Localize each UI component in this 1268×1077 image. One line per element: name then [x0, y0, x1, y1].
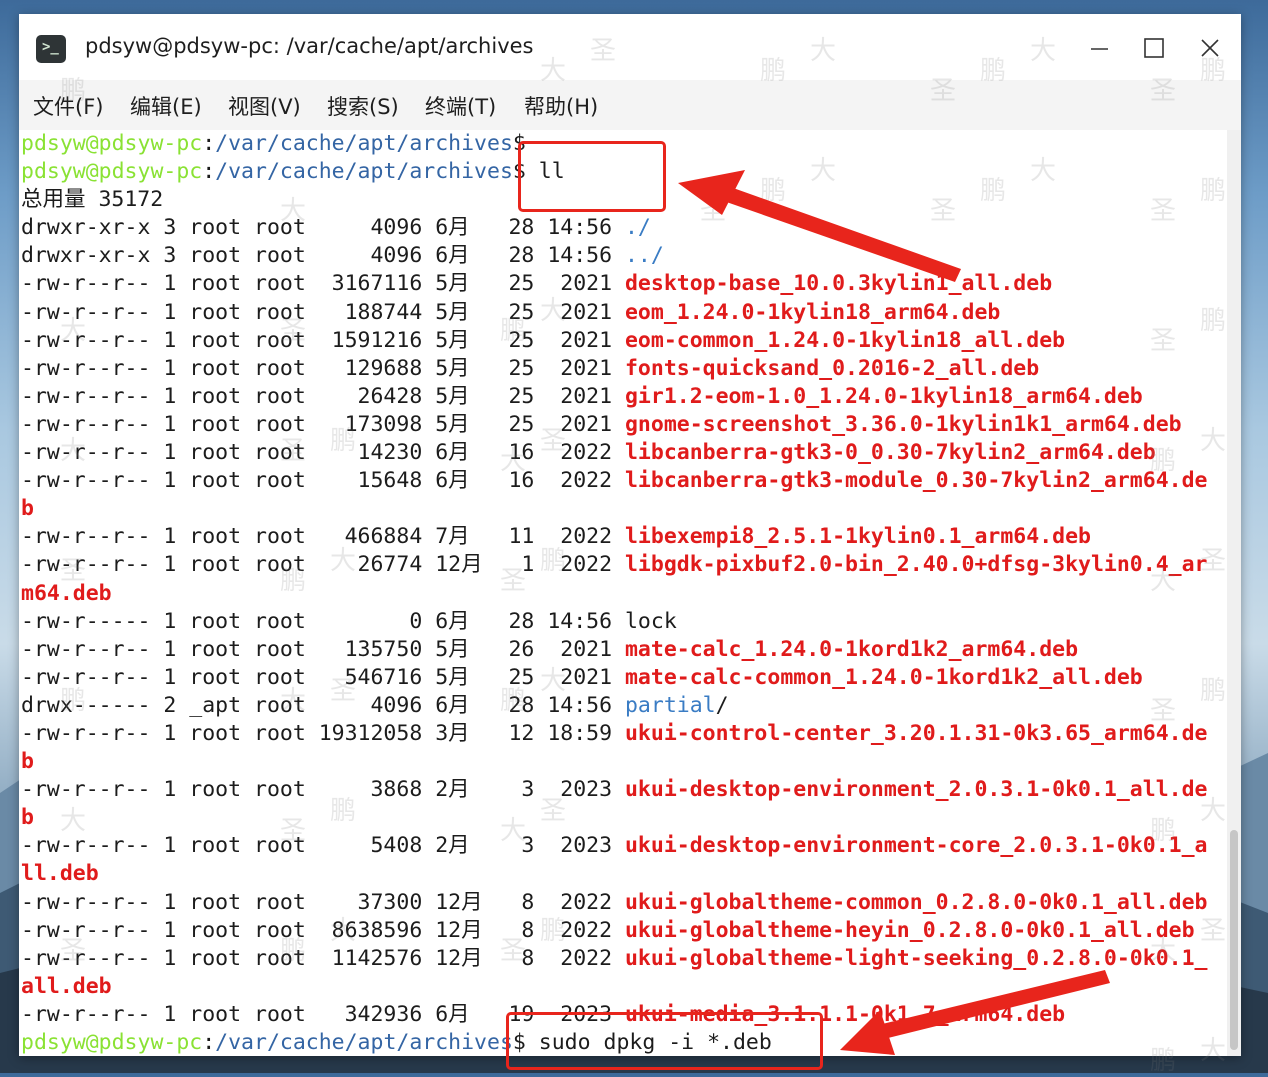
file-name: eom-common_1.24.0-1kylin18_all.deb	[624, 327, 1066, 353]
file-meta: -rw-r--r-- 1 root root 1142576 12月 8 202…	[21, 945, 625, 971]
menu-file[interactable]: 文件(F)	[33, 91, 103, 121]
menu-view[interactable]: 视图(V)	[228, 91, 301, 121]
scrollbar-thumb[interactable]	[1230, 830, 1238, 1050]
close-button[interactable]	[1190, 30, 1230, 66]
minimize-button[interactable]	[1080, 30, 1120, 66]
file-meta: -rw-r--r-- 1 root root 466884 7月 11 2022	[21, 524, 625, 550]
file-meta: drwxr-xr-x 3 root root 4096 6月 28 14:56	[21, 243, 625, 269]
file-name: ukui-control-center_3.20.1.31-0k3.65_arm…	[624, 720, 1208, 746]
terminal-output[interactable]: pdsyw@pdsyw-pc:/var/cache/apt/archives$ …	[19, 130, 1241, 1056]
file-meta: -rw-r--r-- 1 root root 26428 5月 25 2021	[21, 383, 625, 409]
file-name: mate-calc_1.24.0-1kord1k2_arm64.deb	[624, 636, 1079, 662]
file-name: desktop-base_10.0.3kylin1_all.deb	[624, 271, 1053, 297]
file-name-wrap: b	[21, 749, 34, 775]
prompt-separator: :	[202, 1030, 216, 1055]
file-name: libcanberra-gtk3-module_0.30-7kylin2_arm…	[624, 468, 1208, 494]
terminal-text: pdsyw@pdsyw-pc:/var/cache/apt/archives$ …	[21, 130, 1207, 1056]
window-title: pdsyw@pdsyw-pc: /var/cache/apt/archives	[85, 34, 534, 58]
maximize-button[interactable]	[1134, 30, 1174, 66]
prompt-path: /var/cache/apt/archives	[215, 131, 513, 156]
file-name: eom_1.24.0-1kylin18_arm64.deb	[624, 299, 1001, 325]
file-meta: drwxr-xr-x 3 root root 4096 6月 28 14:56	[21, 215, 625, 241]
file-name: libcanberra-gtk3-0_0.30-7kylin2_arm64.de…	[624, 440, 1156, 466]
terminal-icon: >_	[36, 35, 66, 63]
highlight-box-ll	[518, 141, 666, 212]
file-name: ukui-desktop-environment-core_2.0.3.1-0k…	[624, 833, 1208, 859]
file-meta: -rw-r--r-- 1 root root 3167116 5月 25 202…	[21, 271, 625, 297]
terminal-scrollbar[interactable]	[1227, 130, 1241, 1056]
file-meta: -rw-r--r-- 1 root root 26774 12月 1 2022	[21, 552, 625, 578]
menu-search[interactable]: 搜索(S)	[327, 91, 399, 121]
file-meta: -rw-r--r-- 1 root root 5408 2月 3 2023	[21, 833, 625, 859]
file-meta: -rw-r--r-- 1 root root 546716 5月 25 2021	[21, 664, 625, 690]
file-name: libexempi8_2.5.1-1kylin0.1_arm64.deb	[624, 524, 1091, 550]
file-meta: -rw-r--r-- 1 root root 19312058 3月 12 18…	[21, 720, 625, 746]
menu-edit[interactable]: 编辑(E)	[130, 91, 202, 121]
file-name-wrap: b	[21, 805, 34, 831]
file-name-wrap: m64.deb	[21, 580, 112, 606]
file-meta: drwx------ 2 _apt root 4096 6月 28 14:56	[21, 692, 625, 718]
file-name: ./	[624, 215, 651, 241]
prompt-path: /var/cache/apt/archives	[215, 159, 513, 185]
file-name: ukui-globaltheme-common_0.2.8.0-0k0.1_al…	[624, 889, 1208, 915]
file-name-wrap: ll.deb	[21, 861, 99, 887]
file-name: lock	[624, 608, 677, 634]
file-name: ../	[624, 243, 664, 269]
title-bar[interactable]: >_ pdsyw@pdsyw-pc: /var/cache/apt/archiv…	[19, 14, 1241, 80]
prompt-user: pdsyw@pdsyw-pc	[21, 159, 203, 185]
total-line: 总用量 35172	[21, 187, 164, 213]
prompt-user: pdsyw@pdsyw-pc	[21, 1030, 203, 1055]
close-icon	[1201, 39, 1219, 57]
file-meta: -rw-r--r-- 1 root root 188744 5月 25 2021	[21, 299, 625, 325]
file-name: gir1.2-eom-1.0_1.24.0-1kylin18_arm64.deb	[624, 383, 1143, 409]
file-name: fonts-quicksand_0.2016-2_all.deb	[624, 355, 1040, 381]
file-name: ukui-globaltheme-heyin_0.2.8.0-0k0.1_all…	[624, 917, 1195, 943]
file-meta: -rw-r--r-- 1 root root 37300 12月 8 2022	[21, 889, 625, 915]
menu-terminal[interactable]: 终端(T)	[425, 91, 496, 121]
file-meta: -rw-r----- 1 root root 0 6月 28 14:56	[21, 608, 625, 634]
maximize-icon	[1144, 38, 1164, 58]
menu-help[interactable]: 帮助(H)	[524, 91, 598, 121]
file-name: libgdk-pixbuf2.0-bin_2.40.0+dfsg-3kylin0…	[624, 552, 1208, 578]
file-meta: -rw-r--r-- 1 root root 129688 5月 25 2021	[21, 355, 625, 381]
prompt-user: pdsyw@pdsyw-pc	[21, 131, 203, 156]
file-meta: -rw-r--r-- 1 root root 135750 5月 26 2021	[21, 636, 625, 662]
prompt-separator: :	[202, 131, 216, 156]
file-suffix: /	[715, 692, 729, 718]
minimize-icon	[1091, 48, 1108, 50]
highlight-box-dpkg	[506, 1012, 823, 1070]
file-name: ukui-globaltheme-light-seeking_0.2.8.0-0…	[624, 945, 1208, 971]
file-name: ukui-desktop-environment_2.0.3.1-0k0.1_a…	[624, 777, 1208, 803]
menu-bar: 文件(F) 编辑(E) 视图(V) 搜索(S) 终端(T) 帮助(H)	[19, 80, 1241, 130]
file-name: partial	[624, 692, 716, 718]
file-meta: -rw-r--r-- 1 root root 15648 6月 16 2022	[21, 468, 625, 494]
prompt-path: /var/cache/apt/archives	[215, 1030, 513, 1055]
file-meta: -rw-r--r-- 1 root root 1591216 5月 25 202…	[21, 327, 625, 353]
file-name: gnome-screenshot_3.36.0-1kylin1k1_arm64.…	[624, 411, 1182, 437]
file-name-wrap: all.deb	[21, 973, 112, 999]
file-meta: -rw-r--r-- 1 root root 173098 5月 25 2021	[21, 411, 625, 437]
file-meta: -rw-r--r-- 1 root root 3868 2月 3 2023	[21, 777, 625, 803]
prompt-separator: :	[202, 159, 216, 185]
file-name: mate-calc-common_1.24.0-1kord1k2_all.deb	[624, 664, 1143, 690]
file-meta: -rw-r--r-- 1 root root 14230 6月 16 2022	[21, 440, 625, 466]
file-name-wrap: b	[21, 496, 34, 522]
file-meta: -rw-r--r-- 1 root root 8638596 12月 8 202…	[21, 917, 625, 943]
